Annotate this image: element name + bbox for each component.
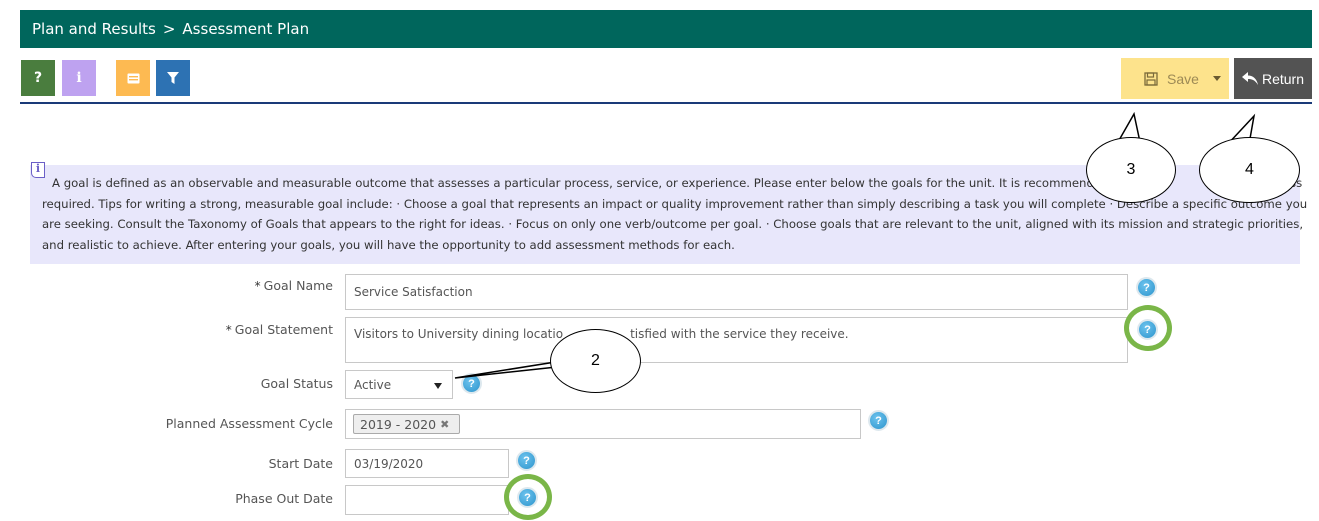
goal-name-help-icon[interactable]: ? <box>1136 277 1157 298</box>
callout-2: 2 <box>550 329 641 393</box>
info-icon: i <box>76 70 82 86</box>
breadcrumb-separator: > <box>162 20 176 38</box>
info-button[interactable]: i <box>62 60 96 96</box>
goal-status-select[interactable]: Active <box>345 370 453 399</box>
start-date-label: Start Date <box>268 456 333 471</box>
breadcrumb-current: Assessment Plan <box>182 20 310 38</box>
start-date-input[interactable]: 03/19/2020 <box>345 449 509 478</box>
phase-out-date-help-icon[interactable]: ? <box>517 487 538 508</box>
filter-button[interactable] <box>156 60 190 96</box>
question-icon: ? <box>33 70 43 86</box>
chevron-down-icon <box>434 383 442 389</box>
notes-button[interactable] <box>116 60 150 96</box>
cycle-tag: 2019 - 2020 ✖ <box>353 414 460 434</box>
breadcrumb-root[interactable]: Plan and Results <box>32 20 156 38</box>
callout-4: 4 <box>1199 137 1300 203</box>
chevron-down-icon <box>1213 76 1221 81</box>
return-label: Return <box>1261 70 1305 87</box>
save-options-toggle[interactable] <box>1205 58 1229 99</box>
save-button[interactable]: Save <box>1121 58 1205 99</box>
info-icon: i <box>31 162 45 178</box>
goal-name-input[interactable]: Service Satisfaction <box>345 274 1128 310</box>
toolbar-divider <box>20 102 1312 104</box>
goal-status-help-icon[interactable]: ? <box>461 373 482 394</box>
instructions-line-4: and realistic to achieve. After entering… <box>42 237 735 252</box>
planned-cycle-help-icon[interactable]: ? <box>868 410 889 431</box>
notes-icon <box>127 73 139 83</box>
return-button[interactable]: Return <box>1234 58 1312 99</box>
instructions-line-3: are seeking. Consult the Taxonomy of Goa… <box>42 217 1304 231</box>
goal-statement-label: * Goal Statement <box>225 322 333 337</box>
breadcrumb: Plan and Results > Assessment Plan <box>20 10 1312 48</box>
phase-out-date-input[interactable] <box>345 485 509 515</box>
goal-name-label: * Goal Name <box>254 278 333 293</box>
help-button[interactable]: ? <box>21 60 55 96</box>
goal-statement-help-icon[interactable]: ? <box>1137 319 1158 340</box>
phase-out-date-label: Phase Out Date <box>235 491 333 506</box>
close-icon[interactable]: ✖ <box>440 418 449 431</box>
start-date-help-icon[interactable]: ? <box>516 450 537 471</box>
callout-3: 3 <box>1086 137 1176 203</box>
floppy-disk-icon <box>1144 71 1158 86</box>
goal-statement-input[interactable]: Visitors to University dining locatio tis… <box>345 317 1128 363</box>
goal-status-label: Goal Status <box>260 376 333 391</box>
filter-icon <box>167 72 179 84</box>
reply-icon <box>1241 72 1258 85</box>
planned-cycle-label: Planned Assessment Cycle <box>165 416 333 431</box>
save-label: Save <box>1167 70 1199 87</box>
